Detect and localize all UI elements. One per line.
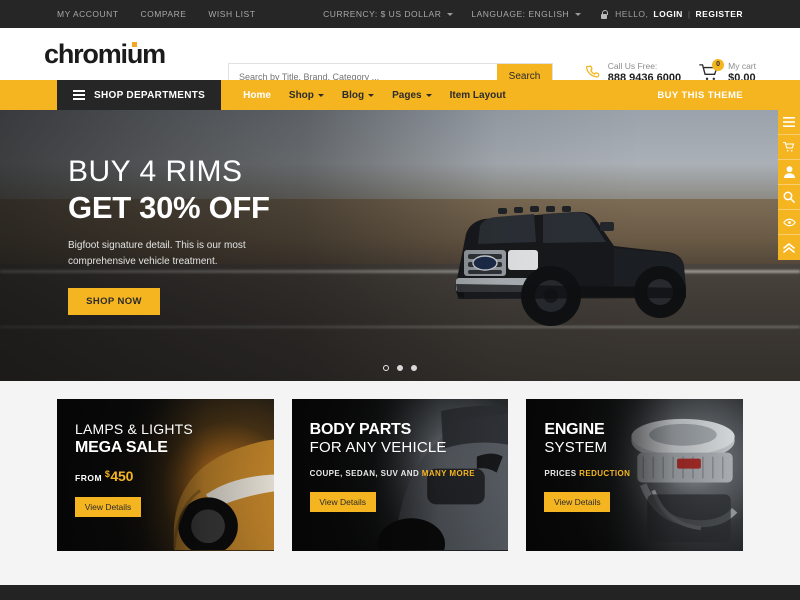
side-view-button[interactable]	[778, 210, 800, 235]
hero-headline-line1: BUY 4 RIMS	[68, 155, 243, 188]
slider-dots	[383, 365, 417, 371]
slider-dot-2[interactable]	[397, 365, 403, 371]
auth-block: HELLO, LOGIN | REGISTER	[599, 9, 743, 19]
logo-dot-icon	[132, 41, 137, 47]
promo-card-engine-system[interactable]: ENGINE SYSTEM PRICES REDUCTION View Deta…	[526, 399, 744, 551]
currency-selector[interactable]: CURRENCY: $ US DOLLAR	[323, 9, 454, 19]
promo-row: LAMPS & LIGHTS MEGA SALE FROM $450 View …	[57, 399, 744, 551]
chevron-down-icon	[317, 93, 324, 97]
shop-departments-button[interactable]: SHOP DEPARTMENTS	[57, 80, 222, 110]
buy-this-theme-link[interactable]: BUY THIS THEME	[657, 80, 743, 110]
promo-subtext-plain: COUPE, SEDAN, SUV AND	[309, 469, 422, 478]
register-link[interactable]: REGISTER	[696, 9, 743, 19]
hero-subtitle: Bigfoot signature detail. This is our mo…	[68, 240, 246, 267]
promo-subtext: COUPE, SEDAN, SUV AND MANY MORE	[310, 468, 509, 479]
promo-subtext-highlight: REDUCTION	[579, 469, 631, 478]
call-label: Call Us Free:	[607, 61, 658, 71]
site-header: chromium Search Call Us Free: 888 9436 6…	[0, 28, 800, 90]
promo-subtext-plain: PRICES	[544, 469, 580, 478]
auth-separator: |	[687, 9, 691, 19]
nav-item-home[interactable]: Home	[243, 90, 271, 101]
nav-item-label: Blog	[341, 89, 365, 101]
logo-text: chromium	[44, 38, 166, 69]
promo-line1: ENGINE	[544, 421, 605, 438]
footer-section	[0, 585, 800, 600]
nav-item-label: Pages	[392, 89, 422, 101]
promo-content: ENGINE SYSTEM PRICES REDUCTION View Deta…	[526, 399, 743, 512]
side-toolbar	[778, 110, 800, 260]
promo-price: FROM $450	[75, 468, 274, 484]
login-link[interactable]: LOGIN	[653, 9, 682, 19]
slider-dot-1[interactable]	[383, 365, 389, 371]
promo-content: BODY PARTS FOR ANY VEHICLE COUPE, SEDAN,…	[292, 399, 509, 512]
search-icon	[783, 191, 795, 203]
top-bar-links: MY ACCOUNT COMPARE WISH LIST	[57, 9, 255, 19]
eye-icon	[782, 218, 796, 227]
slider-dot-3[interactable]	[411, 365, 417, 371]
shop-departments-label: SHOP DEPARTMENTS	[94, 89, 206, 101]
view-details-button[interactable]: View Details	[544, 492, 611, 512]
promo-line1: BODY PARTS	[309, 421, 412, 438]
promo-content: LAMPS & LIGHTS MEGA SALE FROM $450 View …	[57, 399, 274, 517]
nav-item-label: Home	[243, 89, 271, 101]
chevron-down-icon	[425, 93, 432, 97]
promo-line2: SYSTEM	[544, 439, 608, 456]
side-account-button[interactable]	[778, 160, 800, 185]
nav-item-shop[interactable]: Shop	[289, 90, 324, 101]
nav-item-pages[interactable]: Pages	[392, 89, 432, 101]
chevron-down-icon	[575, 12, 582, 16]
nav-item-label: Shop	[288, 89, 314, 101]
logo[interactable]: chromium	[44, 38, 166, 70]
promo-price-prefix: FROM	[75, 473, 103, 483]
chevron-down-icon	[368, 93, 375, 97]
cart-icon	[782, 141, 796, 153]
hero-content: BUY 4 RIMS GET 30% OFF Bigfoot signature…	[68, 154, 288, 315]
phone-icon	[584, 64, 601, 81]
buy-this-theme-label: BUY THIS THEME	[657, 89, 743, 101]
chevron-up-icon	[783, 242, 795, 253]
promo-line2: FOR ANY VEHICLE	[309, 439, 447, 456]
user-icon	[783, 166, 795, 178]
side-search-button[interactable]	[778, 185, 800, 210]
promo-card-lamps-lights[interactable]: LAMPS & LIGHTS MEGA SALE FROM $450 View …	[57, 399, 274, 551]
hero-headline-line2: GET 30% OFF	[68, 190, 270, 225]
top-link-compare[interactable]: COMPARE	[141, 9, 187, 19]
promo-subtext-highlight: MANY MORE	[421, 469, 475, 478]
language-label: LANGUAGE: ENGLISH	[471, 9, 570, 19]
top-bar-settings: CURRENCY: $ US DOLLAR LANGUAGE: ENGLISH …	[323, 0, 743, 28]
hamburger-icon	[73, 89, 85, 101]
cart-count-badge: 0	[712, 58, 725, 71]
nav-item-item-layout[interactable]: Item Layout	[450, 90, 506, 101]
top-link-wish-list[interactable]: WISH LIST	[208, 9, 255, 19]
promo-line2: MEGA SALE	[75, 439, 168, 456]
chevron-down-icon	[447, 12, 454, 16]
nav-items: Home Shop Blog Pages Item Layout	[243, 80, 506, 110]
nav-item-blog[interactable]: Blog	[341, 89, 375, 101]
top-bar: MY ACCOUNT COMPARE WISH LIST CURRENCY: $…	[0, 0, 800, 28]
menu-icon	[783, 117, 795, 127]
shop-now-button[interactable]: SHOP NOW	[68, 288, 160, 315]
promo-line1: LAMPS & LIGHTS	[75, 421, 193, 437]
hero-slider: BUY 4 RIMS GET 30% OFF Bigfoot signature…	[0, 110, 800, 381]
main-nav: SHOP DEPARTMENTS Home Shop Blog Pages It…	[0, 80, 800, 110]
view-details-button[interactable]: View Details	[75, 497, 141, 517]
hello-label: HELLO,	[615, 9, 649, 19]
lock-icon	[599, 9, 608, 19]
top-link-my-account[interactable]: MY ACCOUNT	[57, 9, 119, 19]
currency-label: CURRENCY: $ US DOLLAR	[323, 9, 442, 19]
promo-amount: 450	[110, 468, 134, 484]
language-selector[interactable]: LANGUAGE: ENGLISH	[471, 9, 582, 19]
side-menu-button[interactable]	[778, 110, 800, 135]
nav-item-label: Item Layout	[449, 89, 506, 101]
cart-label: My cart	[728, 61, 756, 71]
promo-subtext: PRICES REDUCTION	[544, 468, 743, 479]
promo-section: LAMPS & LIGHTS MEGA SALE FROM $450 View …	[0, 381, 800, 585]
scroll-to-top-button[interactable]	[778, 235, 800, 260]
view-details-button[interactable]: View Details	[309, 492, 376, 512]
promo-card-body-parts[interactable]: BODY PARTS FOR ANY VEHICLE COUPE, SEDAN,…	[291, 399, 509, 551]
side-cart-button[interactable]	[778, 135, 800, 160]
